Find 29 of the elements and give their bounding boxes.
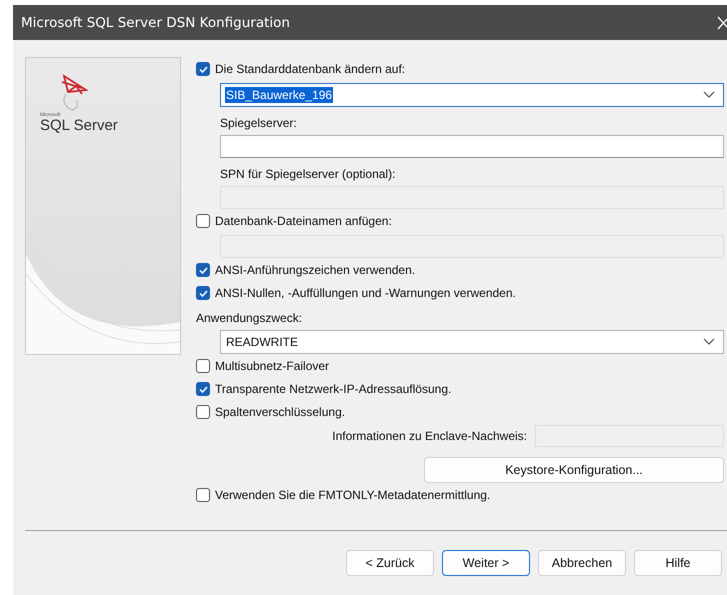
logo-product: SQL Server: [40, 118, 118, 134]
dialog-button[interactable]: Weiter >: [442, 550, 530, 576]
window-title: Microsoft SQL Server DSN Konfiguration: [21, 14, 290, 30]
chevron-down-icon: [703, 338, 715, 346]
chevron-down-icon: [703, 91, 715, 99]
checkbox[interactable]: Die Standarddatenbank ändern auf:: [196, 62, 406, 76]
checkbox[interactable]: Spaltenverschlüsselung.: [196, 405, 346, 419]
check-icon: [198, 264, 208, 276]
dialog-button[interactable]: Abbrechen: [538, 550, 626, 576]
dropdown[interactable]: SIB_Bauwerke_196: [220, 83, 724, 107]
checkbox[interactable]: Transparente Netzwerk-IP-Adressauflösung.: [196, 382, 452, 396]
field-label: Spiegelserver:: [220, 115, 298, 132]
field-label: Anwendungszweck:: [196, 310, 304, 327]
field-label: Informationen zu Enclave-Nachweis:: [332, 429, 527, 443]
dialog-button[interactable]: Hilfe: [634, 550, 722, 576]
input-field[interactable]: [220, 135, 724, 158]
checkbox[interactable]: Multisubnetz-Failover: [196, 359, 330, 373]
dropdown[interactable]: READWRITE: [220, 330, 724, 354]
field-label: SPN für Spiegelserver (optional):: [220, 166, 396, 183]
checkbox[interactable]: Datenbank-Dateinamen anfügen:: [196, 214, 392, 228]
dialog-button[interactable]: < Zurück: [346, 550, 434, 576]
checkbox[interactable]: Verwenden Sie die FMTONLY-Metadatenermittlung.: [196, 488, 490, 502]
keystore-button[interactable]: Keystore-Konfiguration...: [424, 457, 724, 483]
checkbox[interactable]: ANSI-Nullen, -Auffüllungen und -Warnungen verwenden.: [196, 286, 516, 300]
close-icon[interactable]: [717, 16, 727, 30]
checkbox[interactable]: ANSI-Anführungszeichen verwenden.: [196, 263, 416, 277]
check-icon: [198, 384, 208, 394]
check-icon: [198, 64, 208, 74]
check-icon: [198, 288, 208, 298]
